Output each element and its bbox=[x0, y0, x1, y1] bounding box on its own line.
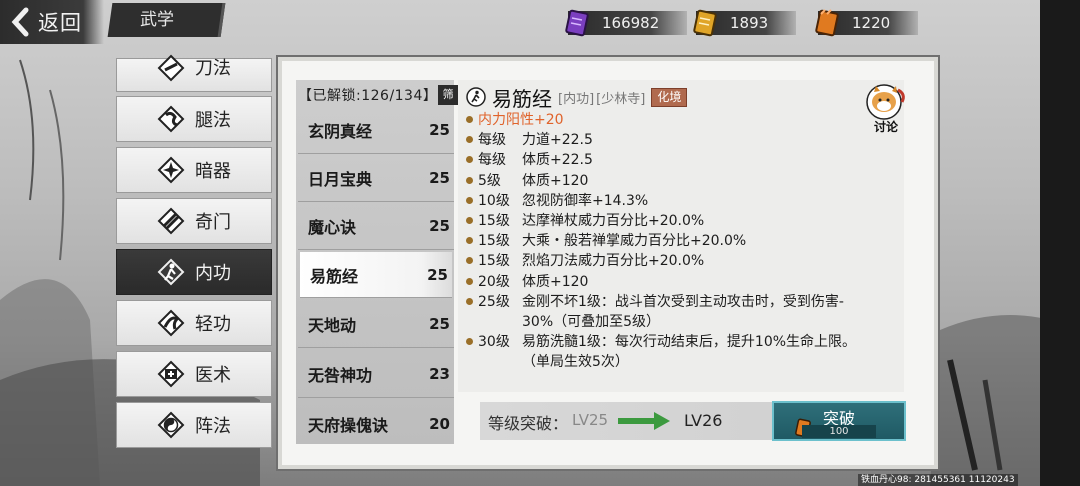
effect-line: 内力阳性+20 bbox=[466, 110, 906, 130]
unlock-count: 【已解锁:126/134】 bbox=[298, 88, 438, 104]
effect-line: 每级 体质+22.5 bbox=[466, 150, 906, 170]
purple-scroll-icon bbox=[565, 9, 589, 37]
page-title: 武学 bbox=[140, 10, 174, 30]
bullet-icon bbox=[466, 237, 473, 245]
skill-type-tag: [内功] bbox=[558, 91, 595, 107]
bullet-icon bbox=[466, 156, 473, 164]
skill-name: 天地动 bbox=[308, 315, 357, 335]
realm-badge: 化境 bbox=[651, 87, 688, 107]
skill-list-header: 【已解锁:126/134】 筛 bbox=[298, 84, 458, 106]
breakthrough-cost: 100 bbox=[802, 425, 876, 438]
skill-list-item[interactable]: 天地动 25 bbox=[298, 300, 454, 348]
effect-line: 15级 达摩禅杖威力百分比+20.0% bbox=[466, 211, 906, 231]
bullet-icon bbox=[466, 196, 473, 204]
skill-name: 玄阴真经 bbox=[308, 121, 373, 141]
bullet-icon bbox=[466, 338, 473, 346]
skill-level: 20 bbox=[429, 415, 450, 433]
skill-level: 25 bbox=[429, 314, 450, 333]
resource-gold-scroll[interactable]: 1893 bbox=[690, 8, 797, 38]
sidebar-item-hidden-weapon[interactable]: 暗器 bbox=[116, 147, 272, 193]
bullet-icon bbox=[466, 217, 473, 225]
sidebar-item-blade[interactable]: 刀法 bbox=[116, 54, 272, 92]
effect-line-continued: 30%（可叠加至5级） bbox=[522, 314, 661, 331]
effect-line: 25级 金刚不坏1级：战斗首次受到主动攻击时，受到伤害- bbox=[466, 292, 906, 312]
current-level: LV25 bbox=[572, 411, 609, 429]
sidebar-item-label: 腿法 bbox=[195, 110, 231, 131]
skill-level: 25 bbox=[427, 265, 448, 284]
skill-name: 无咎神功 bbox=[308, 365, 373, 385]
orange-scroll-icon bbox=[815, 9, 839, 37]
skill-list-item[interactable]: 日月宝典 25 bbox=[298, 154, 454, 202]
lightness-icon bbox=[157, 309, 185, 337]
shuriken-icon bbox=[157, 156, 185, 184]
sidebar-item-label: 医术 bbox=[195, 365, 231, 386]
effect-line: 15级 烈焰刀法威力百分比+20.0% bbox=[466, 251, 906, 271]
skill-detail-header: 易筋经 [内功] [少林寺] 化境 bbox=[466, 84, 688, 111]
skill-level: 25 bbox=[429, 168, 450, 187]
effect-line: 20级 体质+120 bbox=[466, 272, 906, 292]
back-button[interactable]: 返回 bbox=[0, 0, 104, 44]
skill-name: 日月宝典 bbox=[308, 169, 373, 189]
effect-line: 5级 体质+120 bbox=[466, 171, 906, 191]
sidebar-item-label: 阵法 bbox=[195, 416, 231, 437]
gold-scroll-icon bbox=[693, 9, 717, 37]
resource-orange-scroll[interactable]: 1220 bbox=[812, 8, 919, 38]
skill-list-item[interactable]: 无咎神功 23 bbox=[298, 350, 454, 398]
skill-title: 易筋经 bbox=[492, 86, 552, 111]
medicine-icon bbox=[157, 360, 185, 388]
filter-button[interactable]: 筛 bbox=[438, 85, 458, 105]
effect-line: 10级 忽视防御率+14.3% bbox=[466, 191, 906, 211]
skill-list-item[interactable]: 魔心诀 25 bbox=[298, 202, 454, 250]
inner-power-icon bbox=[157, 258, 185, 286]
bullet-icon bbox=[466, 277, 473, 285]
player-id-watermark: 铁血丹心98: 281455361 11120243 bbox=[858, 474, 1018, 486]
page-title-tab: 武学 bbox=[107, 3, 226, 37]
sidebar-item-label: 轻功 bbox=[195, 314, 231, 335]
effect-line: 15级 大乘・般若禅掌威力百分比+20.0% bbox=[466, 231, 906, 251]
taiji-icon bbox=[157, 411, 185, 439]
sidebar-item-label: 暗器 bbox=[195, 161, 231, 182]
breakthrough-button[interactable]: 突破 100 bbox=[772, 401, 906, 441]
bullet-icon bbox=[466, 116, 473, 123]
sidebar-item-label: 刀法 bbox=[195, 58, 231, 79]
sidebar-item-kick[interactable]: 腿法 bbox=[116, 96, 272, 142]
inner-power-icon bbox=[466, 87, 486, 107]
breakthrough-label: 等级突破： bbox=[488, 414, 569, 433]
sidebar-item-medicine[interactable]: 医术 bbox=[116, 351, 272, 397]
skill-level: 25 bbox=[429, 216, 450, 235]
resource-purple-scroll[interactable]: 166982 bbox=[562, 8, 688, 38]
skill-name: 天府操傀诀 bbox=[308, 416, 389, 435]
bullet-icon bbox=[466, 297, 473, 305]
chevron-left-icon bbox=[11, 7, 29, 37]
skill-effects-list: 内力阳性+20 每级 力道+22.5 每级 体质+22.5 5级 体质+120 10级… bbox=[466, 110, 906, 373]
sidebar-item-formation[interactable]: 阵法 bbox=[116, 402, 272, 448]
skill-school-tag: [少林寺] bbox=[596, 91, 646, 107]
skill-name: 易筋经 bbox=[310, 266, 359, 286]
arrow-right-icon bbox=[618, 412, 670, 430]
bullet-icon bbox=[466, 136, 473, 144]
scroll-weapon-icon bbox=[157, 207, 185, 235]
skill-name: 魔心诀 bbox=[308, 217, 357, 237]
bullet-icon bbox=[466, 176, 473, 184]
bullet-icon bbox=[466, 257, 473, 265]
kick-icon bbox=[157, 105, 185, 133]
effect-line: 每级 力道+22.5 bbox=[466, 130, 906, 150]
skill-level: 23 bbox=[429, 364, 450, 383]
skill-list-item[interactable]: 天府操傀诀 20 bbox=[298, 400, 454, 448]
skill-list-item[interactable]: 玄阴真经 25 bbox=[298, 106, 454, 154]
blade-icon bbox=[157, 54, 185, 82]
effect-line-continued: （单局生效5次） bbox=[522, 354, 629, 371]
effect-line: 30级 易筋洗髓1级：每次行动结束后，提升10%生命上限。 bbox=[466, 332, 906, 352]
sidebar-item-label: 奇门 bbox=[195, 212, 231, 233]
sidebar-item-label: 内功 bbox=[195, 263, 231, 284]
sidebar-item-inner-power[interactable]: 内功 bbox=[116, 249, 272, 295]
next-level: LV26 bbox=[684, 411, 723, 430]
skill-list-item-selected[interactable]: 易筋经 25 bbox=[300, 252, 452, 298]
back-label: 返回 bbox=[38, 11, 82, 35]
sidebar-item-lightness[interactable]: 轻功 bbox=[116, 300, 272, 346]
skill-level: 25 bbox=[429, 120, 450, 139]
sidebar-item-exotic[interactable]: 奇门 bbox=[116, 198, 272, 244]
